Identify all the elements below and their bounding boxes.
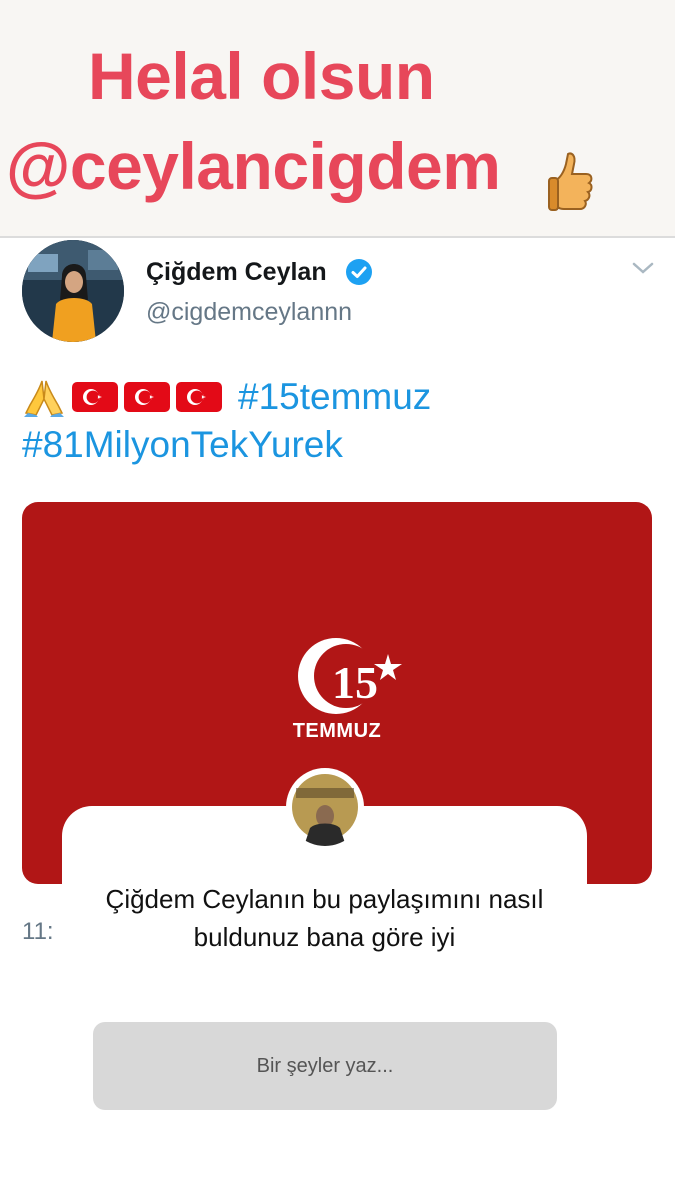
folded-hands-icon: [24, 380, 64, 417]
avatar-image: [22, 240, 124, 342]
15-temmuz-logo: 15: [298, 638, 402, 714]
tweet-author-name[interactable]: Çiğdem Ceylan: [146, 258, 327, 287]
sticker-avatar-image: [288, 770, 362, 846]
tweet-timestamp: 11:: [22, 918, 54, 945]
logo-number: 15: [332, 657, 378, 708]
story-caption-banner: Helal olsun @ceylancigdem: [0, 0, 675, 238]
turkish-flag-icon: [72, 382, 118, 412]
turkish-flag-icon: [176, 382, 222, 412]
verified-badge-icon: [346, 259, 372, 285]
tweet-text-line-1: #15temmuz: [22, 374, 431, 420]
logo-text: TEMMUZ: [292, 720, 382, 742]
hashtag-link[interactable]: #81MilyonTekYurek: [22, 424, 343, 466]
answer-input[interactable]: Bir şeyler yaz...: [93, 1022, 557, 1110]
tweet-author-handle[interactable]: @cigdemceylannn: [146, 298, 352, 327]
avatar: [286, 768, 364, 846]
caption-text: Helal olsun: [88, 39, 435, 113]
caption-mention[interactable]: @ceylancigdem: [6, 128, 501, 204]
thumbs-up-icon: [548, 152, 593, 211]
question-text: Çiğdem Ceylanın bu paylaşımını nasıl bul…: [105, 884, 544, 952]
avatar[interactable]: [22, 240, 124, 342]
chevron-down-icon[interactable]: [630, 258, 656, 278]
hashtag-link[interactable]: #15temmuz: [238, 376, 431, 418]
turkish-flag-icon: [124, 382, 170, 412]
